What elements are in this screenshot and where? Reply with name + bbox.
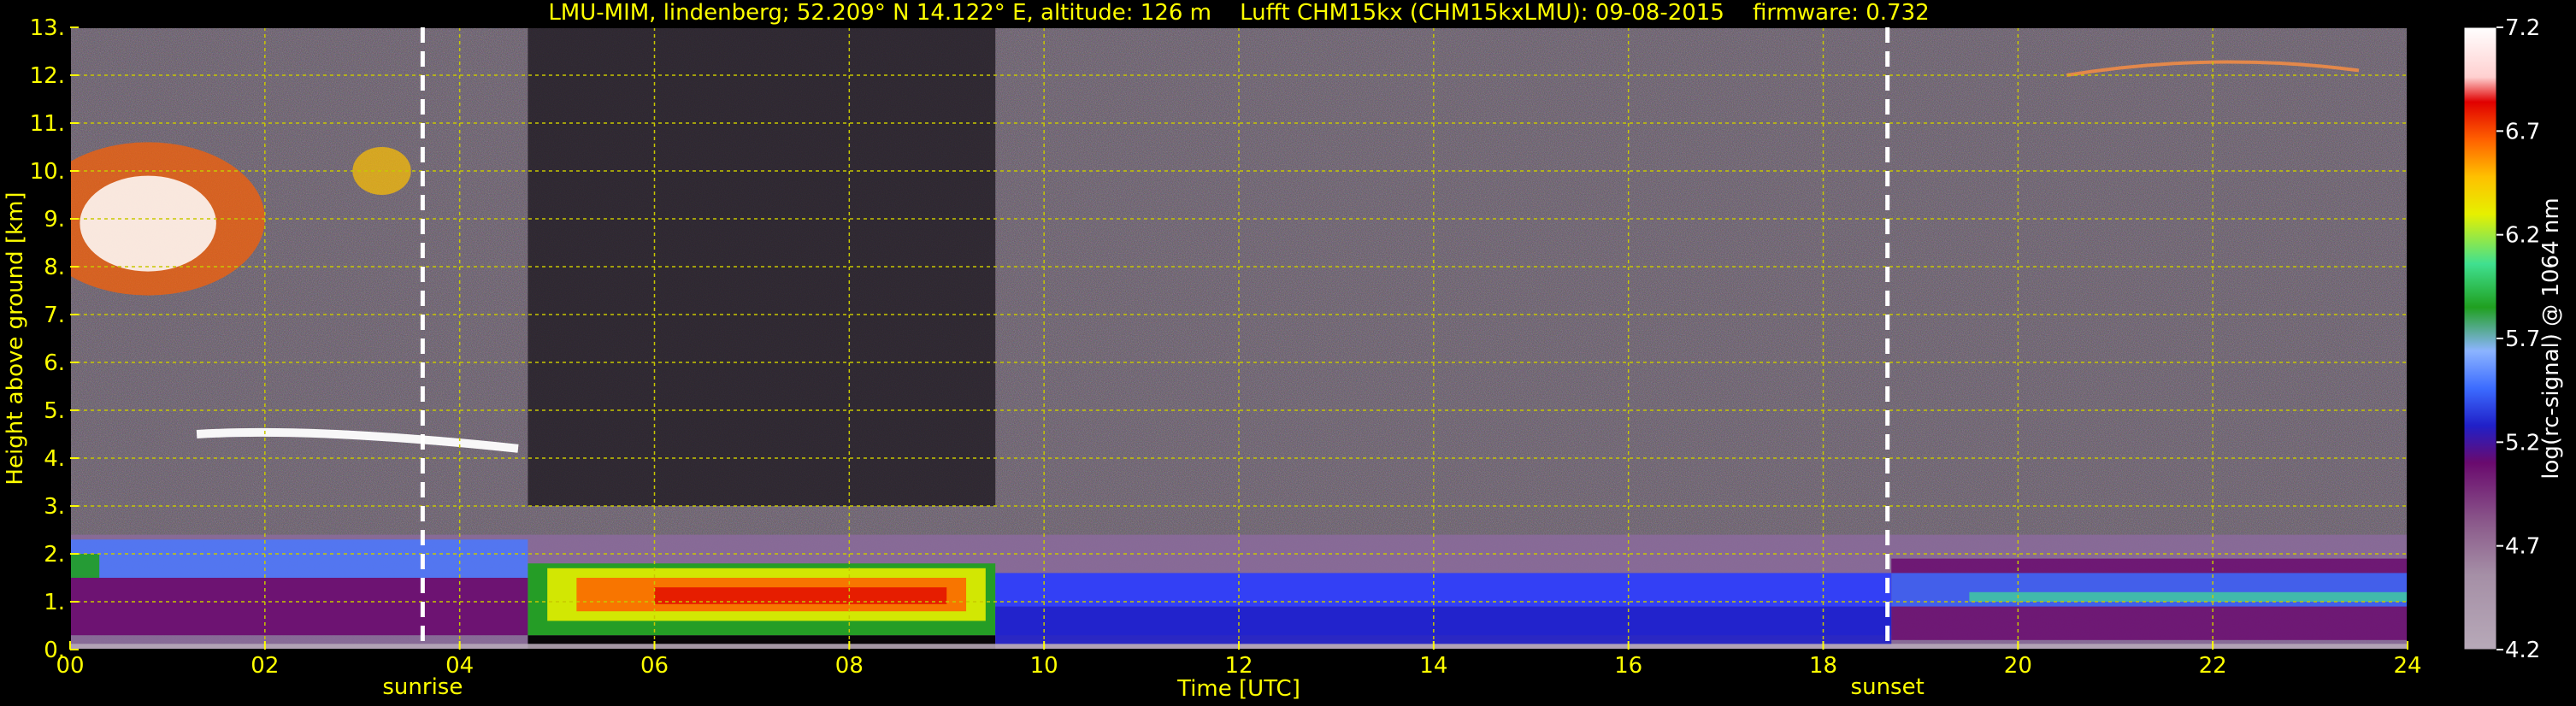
colorbar-tick-label: 6.7 (2505, 119, 2540, 144)
y-axis-label: Height above ground [km] (3, 191, 28, 485)
x-tick-label: 16 (1614, 653, 1642, 679)
marker-label-sunset: sunset (1851, 674, 1925, 700)
x-tick-label: 00 (56, 653, 84, 679)
chart-title: LMU-MIM, lindenberg; 52.209° N 14.122° E… (548, 0, 1929, 26)
residual-layer-blue (70, 539, 528, 578)
y-tick-label: 4. (44, 446, 65, 472)
evening-layer-green (1969, 591, 2408, 602)
x-tick-label: 18 (1809, 653, 1837, 679)
colorbar-tick-label: 4.7 (2505, 534, 2540, 560)
colorbar-tick-label: 7.2 (2505, 15, 2540, 41)
colorbar-tick-label: 6.2 (2505, 223, 2540, 249)
residual-layer-purple (70, 578, 528, 636)
colorbar-tick-label: 4.2 (2505, 638, 2540, 663)
y-tick-label: 9. (44, 207, 65, 232)
x-tick-label: 22 (2199, 653, 2227, 679)
lidar-quicklook-chart: sunrise sunset 0.1.2.3.4.5.6.7.8.9.10.11.… (3, 0, 2564, 702)
y-tick-label: 8. (44, 255, 65, 280)
y-tick-label: 10. (30, 159, 65, 185)
y-tick-label: 12. (30, 63, 65, 89)
colorbar-tick-label: 5.2 (2505, 430, 2540, 456)
y-tick-label: 6. (44, 350, 65, 376)
x-tick-label: 10 (1030, 653, 1058, 679)
mixing-layer-red (654, 587, 947, 604)
y-tick-label: 5. (44, 398, 65, 424)
x-tick-label: 24 (2393, 653, 2421, 679)
x-tick-label: 02 (251, 653, 279, 679)
colorbar: log(rc-signal) @ 1064 nm 4.2 4.7 5.2 5.7 6.2… (2463, 15, 2564, 663)
x-tick-label: 14 (1419, 653, 1447, 679)
x-tick-label: 12 (1224, 653, 1253, 679)
y-tick-label: 1. (44, 590, 65, 615)
cirrus-cloud-core (80, 175, 216, 272)
x-tick-label: 08 (835, 653, 864, 679)
early-green-band (70, 554, 100, 578)
y-tick-label: 13. (30, 15, 65, 41)
colorbar-gradient (2463, 26, 2497, 650)
colorbar-tick-label: 5.7 (2505, 327, 2540, 352)
y-tick-label: 3. (44, 494, 65, 520)
x-tick-label: 06 (640, 653, 669, 679)
x-tick-label: 20 (2004, 653, 2032, 679)
x-tick-label: 04 (445, 653, 474, 679)
x-axis-label: Time [UTC] (1176, 676, 1300, 702)
y-tick-label: 11. (30, 111, 65, 137)
colorbar-label: log(rc-signal) @ 1064 nm (2538, 197, 2564, 479)
afternoon-layer-deep-blue (995, 606, 1892, 645)
cirrus-patch (352, 147, 411, 195)
y-tick-label: 2. (44, 542, 65, 568)
y-tick-label: 7. (44, 303, 65, 328)
